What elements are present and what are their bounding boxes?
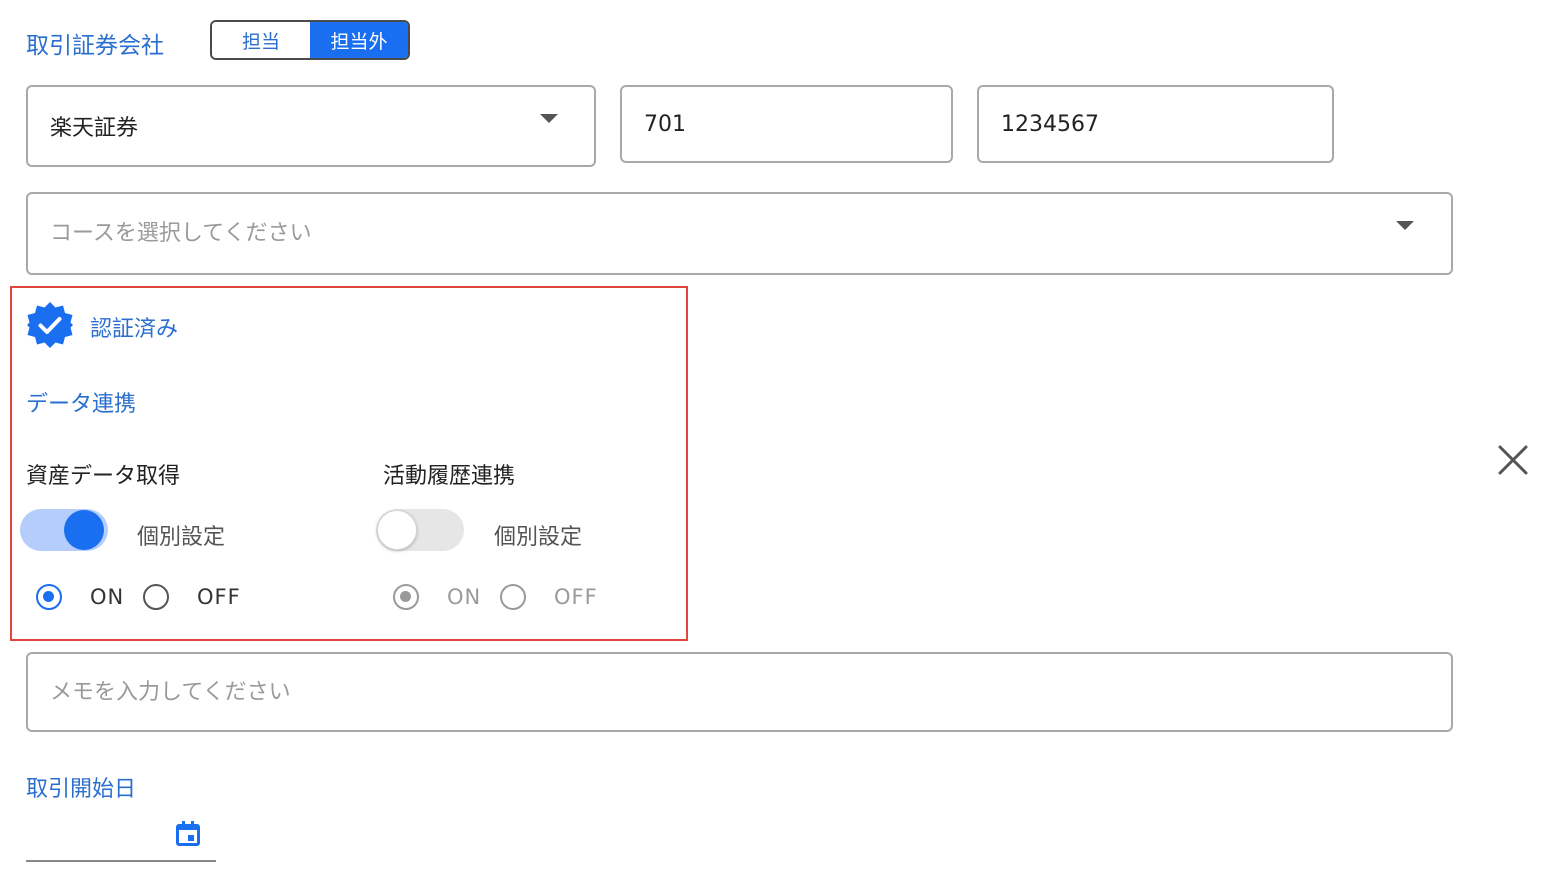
account-number-field[interactable] <box>977 85 1334 163</box>
activity-history-label: 活動履歴連携 <box>383 464 516 489</box>
course-select[interactable] <box>26 192 1453 275</box>
chevron-down-icon <box>1396 221 1414 230</box>
data-link-title: データ連携 <box>26 392 137 417</box>
calendar-icon[interactable] <box>174 820 202 848</box>
start-date-label: 取引開始日 <box>26 777 137 802</box>
start-date-field[interactable] <box>26 810 216 862</box>
toggle-knob <box>377 510 417 550</box>
asset-data-toggle[interactable] <box>20 509 108 551</box>
toggle-knob <box>64 510 104 550</box>
activity-history-radio-on-label: ON <box>447 585 482 609</box>
asset-data-label: 資産データ取得 <box>26 464 181 489</box>
asset-data-radio-off-label: OFF <box>197 585 241 609</box>
close-icon[interactable] <box>1496 443 1530 477</box>
account-number-input[interactable] <box>1001 111 1332 137</box>
course-select-input[interactable] <box>50 221 1451 246</box>
branch-code-input[interactable] <box>644 111 951 137</box>
segment-assigned[interactable]: 担当 <box>212 22 310 58</box>
asset-data-radio-on[interactable] <box>36 584 62 610</box>
broker-select-value: 楽天証券 <box>50 116 139 141</box>
verified-badge-icon <box>26 301 74 349</box>
memo-input[interactable] <box>50 679 1451 705</box>
segment-not-assigned[interactable]: 担当外 <box>310 22 408 58</box>
memo-field[interactable] <box>26 652 1453 732</box>
asset-data-toggle-label: 個別設定 <box>137 525 226 550</box>
asset-data-radio-off[interactable] <box>143 584 169 610</box>
asset-data-radio-on-label: ON <box>90 585 125 609</box>
assignment-segmented-control: 担当 担当外 <box>210 20 410 60</box>
activity-history-toggle-label: 個別設定 <box>494 525 583 550</box>
broker-select[interactable]: 楽天証券 <box>26 85 596 167</box>
activity-history-radio-off[interactable] <box>500 584 526 610</box>
activity-history-radio-on[interactable] <box>393 584 419 610</box>
broker-section-title: 取引証券会社 <box>26 33 164 59</box>
branch-code-field[interactable] <box>620 85 953 163</box>
activity-history-toggle[interactable] <box>376 509 464 551</box>
chevron-down-icon <box>540 114 558 123</box>
auth-status-label: 認証済み <box>90 317 179 342</box>
activity-history-radio-off-label: OFF <box>554 585 598 609</box>
